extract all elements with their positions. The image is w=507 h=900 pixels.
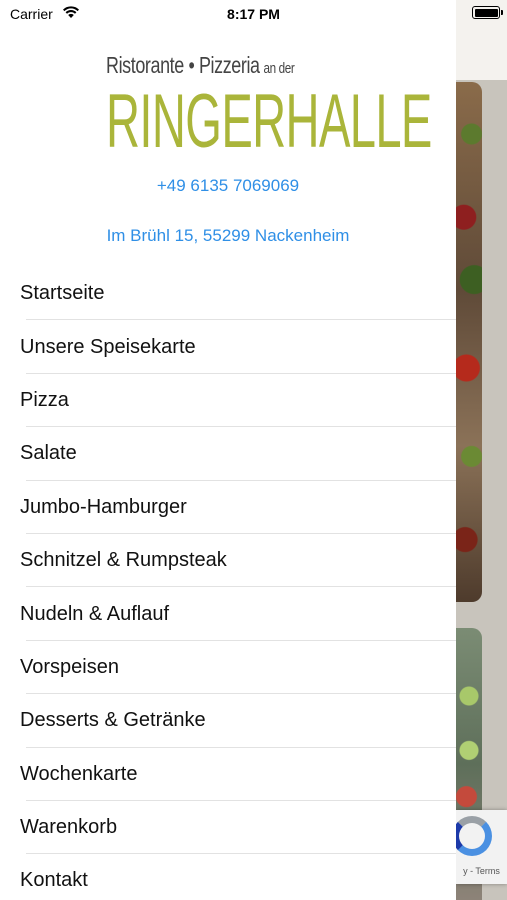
- menu-item-startseite[interactable]: Startseite: [0, 267, 456, 321]
- clock-time: 8:17 PM: [227, 6, 280, 22]
- logo-title: RINGERHALLE: [106, 79, 432, 164]
- menu-item-warenkorb[interactable]: Warenkorb: [0, 801, 456, 855]
- logo-line1-small: an der: [263, 60, 295, 77]
- status-bar: Carrier 8:17 PM: [0, 0, 507, 28]
- menu-item-schnitzel-rumpsteak[interactable]: Schnitzel & Rumpsteak: [0, 534, 456, 588]
- phone-link[interactable]: +49 6135 7069069: [0, 176, 456, 196]
- recaptcha-terms-text[interactable]: y - Terms: [456, 866, 507, 876]
- menu-item-wochenkarte[interactable]: Wochenkarte: [0, 748, 456, 802]
- battery-icon: [472, 6, 503, 19]
- navigation-drawer: Ristorante • Pizzeria an der RINGERHALLE …: [0, 0, 456, 900]
- menu-item-jumbo-hamburger[interactable]: Jumbo-Hamburger: [0, 481, 456, 535]
- address-link[interactable]: Im Brühl 15, 55299 Nackenheim: [0, 226, 456, 246]
- logo-line1: Ristorante • Pizzeria: [106, 52, 260, 78]
- menu-item-salate[interactable]: Salate: [0, 427, 456, 481]
- menu-item-nudeln-auflauf[interactable]: Nudeln & Auflauf: [0, 587, 456, 642]
- recaptcha-icon: [452, 816, 492, 856]
- recaptcha-badge[interactable]: y - Terms: [452, 810, 507, 884]
- menu-item-vorspeisen[interactable]: Vorspeisen: [0, 641, 456, 695]
- restaurant-logo: Ristorante • Pizzeria an der RINGERHALLE: [106, 52, 432, 162]
- background-pizza-image: [456, 82, 482, 602]
- drawer-menu: Startseite Unsere Speisekarte Pizza Sala…: [0, 267, 456, 900]
- menu-item-speisekarte[interactable]: Unsere Speisekarte: [0, 320, 456, 375]
- logo-subtitle: Ristorante • Pizzeria an der: [106, 52, 295, 79]
- menu-item-kontakt[interactable]: Kontakt: [0, 854, 456, 900]
- menu-item-pizza[interactable]: Pizza: [0, 374, 456, 428]
- menu-item-desserts-getraenke[interactable]: Desserts & Getränke: [0, 694, 456, 748]
